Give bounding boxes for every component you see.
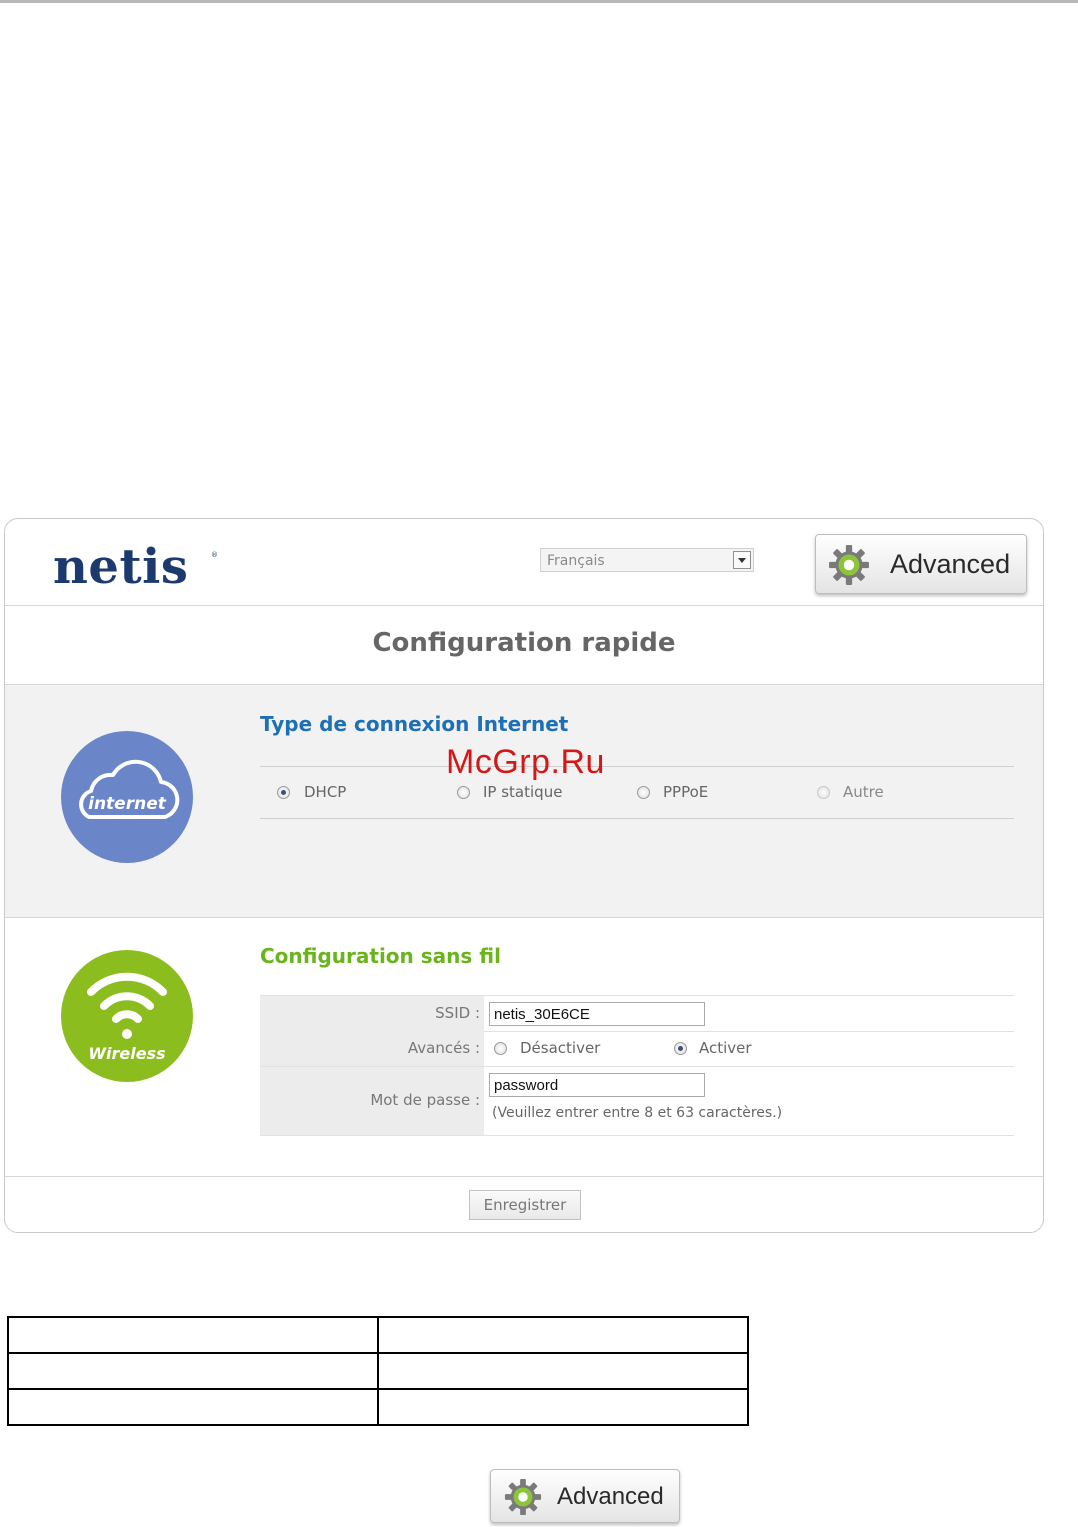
- connection-type-options: DHCP IP statique PPPoE Autre: [260, 766, 1014, 819]
- internet-section: internet Type de connexion Internet DHCP…: [5, 685, 1043, 918]
- advanced-label: Avancés :: [407, 1039, 480, 1057]
- wireless-section-title: Configuration sans fil: [260, 944, 501, 968]
- netis-logo: netis: [53, 539, 189, 595]
- static-ip-label[interactable]: IP statique: [483, 783, 562, 801]
- table-row: [7, 1316, 749, 1354]
- table-row: [7, 1352, 749, 1390]
- dropdown-arrow-icon[interactable]: [733, 551, 751, 569]
- top-rule: [0, 0, 1078, 3]
- password-hint: (Veuillez entrer entre 8 et 63 caractère…: [492, 1105, 783, 1121]
- pppoe-label[interactable]: PPPoE: [663, 783, 708, 801]
- advanced-button-label: Advanced: [890, 549, 1011, 579]
- pppoe-radio[interactable]: [637, 786, 650, 799]
- table-cell: [7, 1316, 379, 1354]
- dhcp-radio[interactable]: [277, 786, 290, 799]
- enable-label[interactable]: Activer: [699, 1039, 752, 1057]
- ssid-label: SSID :: [435, 1004, 480, 1022]
- language-select[interactable]: Français: [540, 548, 754, 572]
- wireless-icon-label: Wireless: [88, 1044, 165, 1063]
- gear-icon: [504, 1478, 542, 1516]
- ssid-row: SSID :: [260, 995, 1014, 1032]
- table-cell: [377, 1352, 749, 1390]
- internet-cloud-icon: internet: [61, 731, 193, 863]
- table-cell: [7, 1352, 379, 1390]
- password-input[interactable]: [489, 1073, 705, 1097]
- advanced-row: Avancés : Désactiver Activer: [260, 1031, 1014, 1067]
- watermark: McGrp.Ru: [446, 743, 605, 781]
- registered-mark: ®: [211, 551, 218, 559]
- internet-icon-label: internet: [88, 794, 167, 814]
- gear-icon: [829, 545, 869, 585]
- router-quick-setup-panel: netis ® Français Advanced Configuration …: [4, 518, 1044, 1233]
- wireless-section: Wireless Configuration sans fil SSID : A…: [5, 918, 1043, 1177]
- password-row: Mot de passe : (Veuillez entrer entre 8 …: [260, 1067, 1014, 1136]
- advanced-button-example[interactable]: Advanced: [490, 1469, 680, 1523]
- other-label[interactable]: Autre: [843, 783, 884, 801]
- password-label: Mot de passe :: [370, 1091, 480, 1109]
- table-cell: [377, 1316, 749, 1354]
- internet-section-title: Type de connexion Internet: [260, 712, 569, 736]
- dhcp-label[interactable]: DHCP: [304, 783, 346, 801]
- table-cell: [7, 1388, 379, 1426]
- table-row: [7, 1388, 749, 1426]
- other-radio[interactable]: [817, 786, 830, 799]
- save-button[interactable]: Enregistrer: [469, 1190, 581, 1220]
- language-select-value: Français: [547, 553, 605, 569]
- page-title-row: Configuration rapide: [5, 606, 1043, 685]
- disable-radio[interactable]: [494, 1042, 507, 1055]
- advanced-button[interactable]: Advanced: [815, 534, 1027, 594]
- panel-header: netis ® Français Advanced: [5, 519, 1043, 606]
- table-cell: [377, 1388, 749, 1426]
- page-title: Configuration rapide: [372, 628, 676, 658]
- advanced-button-example-label: Advanced: [557, 1483, 664, 1510]
- disable-label[interactable]: Désactiver: [520, 1039, 600, 1057]
- static-ip-radio[interactable]: [457, 786, 470, 799]
- wifi-icon: Wireless: [61, 950, 193, 1082]
- ssid-input[interactable]: [489, 1002, 705, 1026]
- empty-table: [7, 1316, 749, 1426]
- panel-footer: Enregistrer: [5, 1177, 1043, 1232]
- enable-radio[interactable]: [674, 1042, 687, 1055]
